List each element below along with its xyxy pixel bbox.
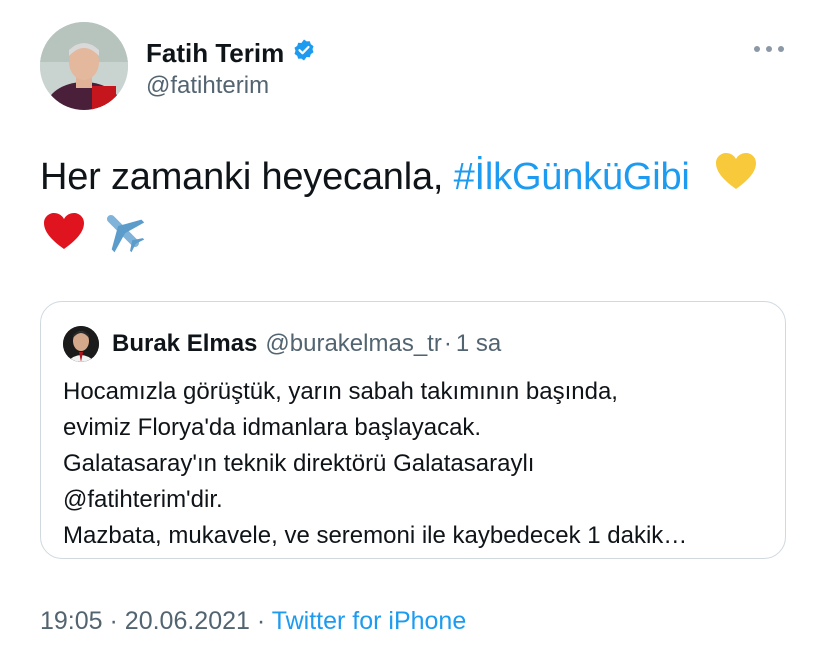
author-photo [40, 22, 128, 110]
tweet-text: Her zamanki heyecanla, #İlkGünküGibi [40, 148, 790, 271]
tweet-source-link[interactable]: Twitter for iPhone [272, 607, 467, 635]
red-heart-icon [42, 210, 86, 268]
quoted-line: Mazbata, mukavele, ve seremoni ile kaybe… [63, 522, 688, 549]
tweet-time[interactable]: 19:05 [40, 607, 103, 635]
quoted-author-avatar[interactable] [63, 326, 99, 362]
author-name-row: Fatih Terim [146, 38, 316, 69]
verified-badge-icon [292, 38, 316, 69]
author-name[interactable]: Fatih Terim [146, 38, 284, 69]
tweet-text-prefix: Her zamanki heyecanla, [40, 156, 454, 198]
airplane-icon [100, 208, 146, 271]
more-options-icon[interactable] [754, 44, 784, 54]
quoted-tweet-text: Hocamızla görüştük, yarın sabah takımını… [63, 374, 763, 554]
quoted-tweet-header: Burak Elmas @burakelmas_tr · 1 sa [112, 330, 501, 358]
quoted-separator: · [443, 330, 452, 357]
yellow-heart-icon [714, 150, 758, 208]
tweet-footer: 19:05 · 20.06.2021 · Twitter for iPhone [40, 607, 466, 636]
quoted-line: evimiz Florya'da idmanlara başlayacak. [63, 414, 482, 441]
quoted-line: @fatihterim'dir. [63, 486, 223, 513]
footer-separator: · [109, 607, 118, 635]
quoted-author-handle[interactable]: @burakelmas_tr [265, 330, 441, 358]
quoted-line: Hocamızla görüştük, yarın sabah takımını… [63, 378, 618, 405]
hashtag-link[interactable]: #İlkGünküGibi [454, 156, 690, 198]
author-avatar[interactable] [40, 22, 128, 110]
quoted-time: 1 sa [455, 330, 502, 357]
tweet-date[interactable]: 20.06.2021 [125, 607, 250, 635]
author-handle[interactable]: @fatihterim [146, 72, 269, 100]
footer-separator: · [256, 607, 266, 635]
quoted-line: Galatasaray'ın teknik direktörü Galatasa… [63, 450, 535, 477]
quoted-author-name[interactable]: Burak Elmas [112, 330, 257, 358]
quoted-author-photo [63, 326, 99, 362]
